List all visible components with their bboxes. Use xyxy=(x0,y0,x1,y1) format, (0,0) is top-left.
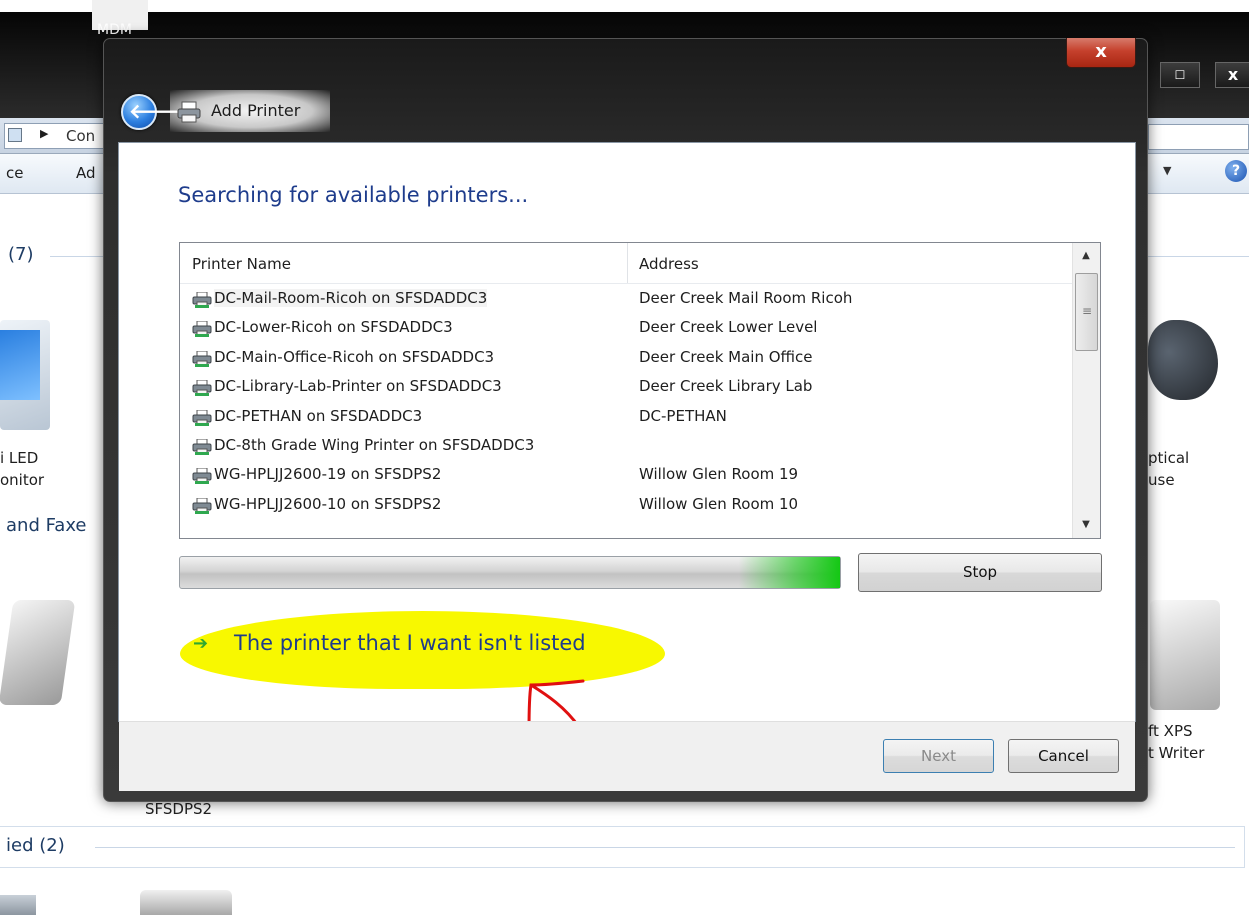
device-label-line-2: t Writer xyxy=(1148,744,1205,762)
page-heading: Searching for available printers... xyxy=(178,183,529,207)
printer-row[interactable]: DC-Main-Office-Ricoh on SFSDADDC3 Deer Cr… xyxy=(188,345,1068,373)
header-separator xyxy=(180,283,1072,284)
mouse-device-icon[interactable] xyxy=(1148,320,1218,400)
printer-row[interactable]: DC-Lower-Ricoh on SFSDADDC3 Deer Creek Lo… xyxy=(188,315,1068,343)
printer-name-cell: DC-Library-Lab-Printer on SFSDADDC3 xyxy=(214,377,502,396)
section-divider xyxy=(95,847,1235,848)
printer-name-cell: DC-8th Grade Wing Printer on SFSDADDC3 xyxy=(214,436,535,454)
printer-row[interactable]: WG-HPLJJ2600-10 on SFSDPS2 Willow Glen Ro… xyxy=(188,492,1068,520)
breadcrumb-chevron-icon[interactable]: ▶ xyxy=(40,127,48,140)
network-printer-icon xyxy=(192,379,212,397)
control-panel-icon xyxy=(8,128,22,142)
scroll-down-arrow-icon[interactable]: ▼ xyxy=(1072,512,1100,538)
breadcrumb-item[interactable]: Con xyxy=(66,127,95,145)
fax-device-icon[interactable] xyxy=(0,600,76,705)
device-label-line-1: ptical xyxy=(1148,449,1190,467)
network-printer-icon xyxy=(192,438,212,455)
printer-address-cell: DC-PETHAN xyxy=(639,406,727,425)
printer-name-cell: WG-HPLJJ2600-10 on SFSDPS2 xyxy=(214,494,442,513)
network-printer-icon xyxy=(192,350,212,367)
green-arrow-icon[interactable]: ➔ xyxy=(193,633,208,654)
device-label-line-1: ft XPS xyxy=(1148,722,1193,740)
view-options-chevron-icon[interactable]: ▼ xyxy=(1163,164,1171,177)
device-label: i LED onitor xyxy=(0,447,44,491)
printer-row[interactable]: DC-Mail-Room-Ricoh on SFSDADDC3 Deer Cree… xyxy=(188,286,1068,314)
printer-address-cell: Deer Creek Main Office xyxy=(639,347,813,366)
scroll-up-arrow-icon[interactable]: ▲ xyxy=(1072,243,1100,269)
device-icon[interactable] xyxy=(0,895,36,915)
monitor-screen xyxy=(0,330,40,400)
printer-not-listed-link[interactable]: The printer that I want isn't listed xyxy=(234,631,586,655)
printer-name-cell: DC-PETHAN on SFSDADDC3 xyxy=(214,406,423,425)
stop-button[interactable]: Stop xyxy=(858,553,1102,592)
printers-section-header[interactable]: and Faxe xyxy=(6,515,87,536)
column-header-printer-name[interactable]: Printer Name xyxy=(192,255,291,273)
explorer-maximize-button[interactable]: ☐ xyxy=(1160,62,1200,88)
printer-address-cell: Willow Glen Room 19 xyxy=(639,465,799,484)
next-button[interactable]: Next xyxy=(883,739,994,773)
network-printer-icon xyxy=(192,467,212,485)
network-printer-icon xyxy=(192,497,212,514)
device-icon[interactable] xyxy=(140,890,232,915)
network-printer-icon xyxy=(192,320,212,338)
printer-name-cell: WG-HPLJJ2600-19 on SFSDPS2 xyxy=(214,465,442,484)
progress-indicator xyxy=(739,557,840,588)
devices-section-header[interactable]: (7) xyxy=(8,244,34,265)
device-label: SFSDPS2 xyxy=(145,800,213,818)
printer-name-cell: DC-Mail-Room-Ricoh on SFSDADDC3 xyxy=(214,289,488,307)
toolbar-item-left[interactable]: ce xyxy=(6,164,23,182)
printer-row[interactable]: WG-HPLJJ2600-19 on SFSDPS2 Willow Glen Ro… xyxy=(188,462,1068,490)
xps-writer-icon[interactable] xyxy=(1150,600,1220,710)
section-divider xyxy=(1148,256,1249,257)
column-divider[interactable] xyxy=(627,243,628,283)
device-label-line-2: use xyxy=(1148,471,1175,489)
scroll-grip-icon: ≡ xyxy=(1082,304,1093,318)
toolbar-item-add[interactable]: Ad xyxy=(76,164,96,182)
printer-icon xyxy=(177,101,201,123)
printer-name-cell: DC-Lower-Ricoh on SFSDADDC3 xyxy=(214,318,453,337)
dialog-close-button[interactable]: x xyxy=(1066,38,1136,68)
printer-name-cell: DC-Main-Office-Ricoh on SFSDADDC3 xyxy=(214,347,495,366)
printer-row[interactable]: DC-8th Grade Wing Printer on SFSDADDC3 xyxy=(188,433,1068,461)
column-header-address[interactable]: Address xyxy=(639,255,699,273)
section-divider xyxy=(50,256,110,257)
explorer-search-input[interactable] xyxy=(1148,124,1249,150)
printer-address-cell: Willow Glen Room 10 xyxy=(639,494,799,513)
device-label-line-2: onitor xyxy=(0,471,45,489)
printer-address-cell: Deer Creek Lower Level xyxy=(639,318,818,337)
device-label: ptical use xyxy=(1148,447,1189,491)
device-label: ft XPS t Writer xyxy=(1148,720,1204,764)
unspecified-section-header[interactable]: ied (2) xyxy=(6,835,65,856)
printer-row[interactable]: DC-PETHAN on SFSDADDC3 DC-PETHAN xyxy=(188,404,1068,432)
printer-row[interactable]: DC-Library-Lab-Printer on SFSDADDC3 Deer … xyxy=(188,374,1068,402)
printer-address-cell: Deer Creek Library Lab xyxy=(639,377,813,396)
cancel-button[interactable]: Cancel xyxy=(1008,739,1119,773)
explorer-close-button[interactable]: x xyxy=(1215,62,1249,88)
desktop-strip xyxy=(0,0,1249,12)
printer-address-cell: Deer Creek Mail Room Ricoh xyxy=(639,289,853,307)
dialog-title: Add Printer xyxy=(211,101,301,120)
help-icon[interactable]: ? xyxy=(1225,160,1247,182)
network-printer-icon xyxy=(192,409,212,426)
network-printer-icon xyxy=(192,291,212,308)
device-label-line-1: i LED xyxy=(0,449,39,467)
window-caption: MDM xyxy=(97,22,132,38)
